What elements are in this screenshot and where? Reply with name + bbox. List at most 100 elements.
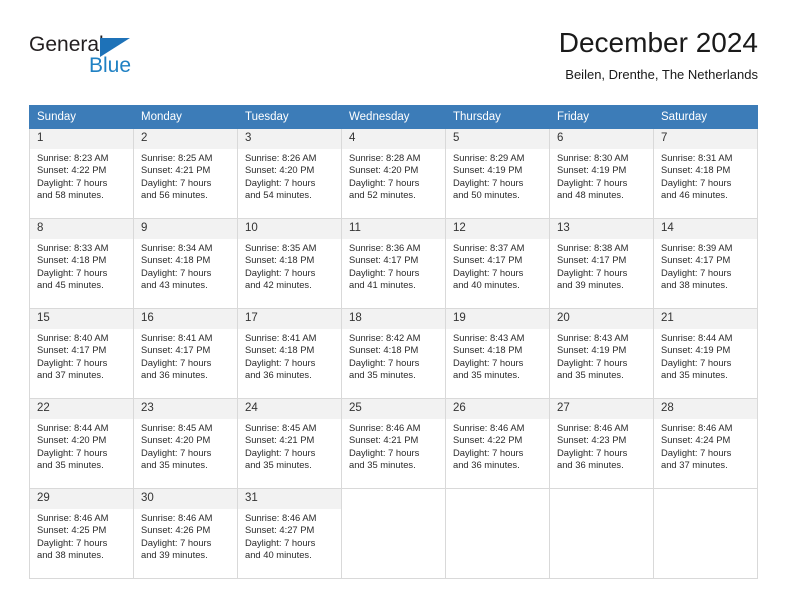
daylight-text: and 35 minutes. xyxy=(557,369,624,381)
day-details: Sunrise: 8:28 AM Sunset: 4:20 PM Daylight:… xyxy=(342,149,445,202)
calendar-day-cell[interactable]: 16 Sunrise: 8:41 AM Sunset: 4:17 PM Dayligh… xyxy=(133,308,238,399)
calendar-day-cell[interactable]: 6 Sunrise: 8:30 AM Sunset: 4:19 PM Daylight… xyxy=(549,128,654,219)
calendar-day-cell[interactable]: 9 Sunrise: 8:34 AM Sunset: 4:18 PM Daylight… xyxy=(133,218,238,309)
daylight-text: and 39 minutes. xyxy=(557,279,624,291)
calendar-day-cell[interactable]: 2 Sunrise: 8:25 AM Sunset: 4:21 PM Daylight… xyxy=(133,128,238,219)
sunset-text: Sunset: 4:24 PM xyxy=(661,434,731,446)
calendar-day-cell[interactable]: 3 Sunrise: 8:26 AM Sunset: 4:20 PM Daylight… xyxy=(237,128,342,219)
calendar-day-cell[interactable]: 7 Sunrise: 8:31 AM Sunset: 4:18 PM Daylight… xyxy=(653,128,758,219)
calendar-day-cell[interactable]: 24 Sunrise: 8:45 AM Sunset: 4:21 PM Dayligh… xyxy=(237,398,342,489)
day-details: Sunrise: 8:46 AM Sunset: 4:23 PM Daylight:… xyxy=(550,419,653,472)
calendar-week-row: 22 Sunrise: 8:44 AM Sunset: 4:20 PM Dayligh… xyxy=(29,398,758,489)
day-number: 1 xyxy=(30,129,133,149)
calendar-day-cell[interactable]: 27 Sunrise: 8:46 AM Sunset: 4:23 PM Dayligh… xyxy=(549,398,654,489)
daylight-text: Daylight: 7 hours xyxy=(37,176,108,188)
calendar-week-row: 29 Sunrise: 8:46 AM Sunset: 4:25 PM Dayligh… xyxy=(29,488,758,579)
daylight-text: Daylight: 7 hours xyxy=(245,356,316,368)
day-number: 5 xyxy=(446,129,549,149)
calendar-day-cell[interactable]: 18 Sunrise: 8:42 AM Sunset: 4:18 PM Dayligh… xyxy=(341,308,446,399)
calendar-day-cell[interactable]: 15 Sunrise: 8:40 AM Sunset: 4:17 PM Dayligh… xyxy=(29,308,134,399)
page-subtitle: Beilen, Drenthe, The Netherlands xyxy=(565,67,758,82)
daylight-text: Daylight: 7 hours xyxy=(37,356,108,368)
sunset-text: Sunset: 4:21 PM xyxy=(141,164,211,176)
page-title: December 2024 xyxy=(558,27,758,58)
day-details: Sunrise: 8:44 AM Sunset: 4:20 PM Daylight:… xyxy=(30,419,133,472)
sunset-text: Sunset: 4:18 PM xyxy=(141,254,211,266)
day-number: 19 xyxy=(446,309,549,329)
weekday-header-friday: Friday xyxy=(549,105,654,129)
calendar-day-cell[interactable]: 22 Sunrise: 8:44 AM Sunset: 4:20 PM Dayligh… xyxy=(29,398,134,489)
day-details: Sunrise: 8:30 AM Sunset: 4:19 PM Daylight:… xyxy=(550,149,653,202)
calendar-day-cell[interactable]: 19 Sunrise: 8:43 AM Sunset: 4:18 PM Dayligh… xyxy=(445,308,550,399)
calendar-day-cell[interactable]: 25 Sunrise: 8:46 AM Sunset: 4:21 PM Dayligh… xyxy=(341,398,446,489)
daylight-text: Daylight: 7 hours xyxy=(349,176,420,188)
sunset-text: Sunset: 4:17 PM xyxy=(661,254,731,266)
calendar-day-cell[interactable]: 17 Sunrise: 8:41 AM Sunset: 4:18 PM Dayligh… xyxy=(237,308,342,399)
sunset-text: Sunset: 4:19 PM xyxy=(453,164,523,176)
day-details: Sunrise: 8:46 AM Sunset: 4:21 PM Daylight:… xyxy=(342,419,445,472)
calendar-day-cell[interactable]: 11 Sunrise: 8:36 AM Sunset: 4:17 PM Dayligh… xyxy=(341,218,446,309)
day-details: Sunrise: 8:41 AM Sunset: 4:18 PM Daylight:… xyxy=(238,329,341,382)
day-details: Sunrise: 8:43 AM Sunset: 4:18 PM Daylight:… xyxy=(446,329,549,382)
weekday-header-wednesday: Wednesday xyxy=(341,105,446,129)
daylight-text: and 38 minutes. xyxy=(37,549,104,561)
sunset-text: Sunset: 4:23 PM xyxy=(557,434,627,446)
day-number: 15 xyxy=(30,309,133,329)
day-details: Sunrise: 8:41 AM Sunset: 4:17 PM Daylight:… xyxy=(134,329,237,382)
calendar-day-cell[interactable]: 30 Sunrise: 8:46 AM Sunset: 4:26 PM Dayligh… xyxy=(133,488,238,579)
calendar-day-cell[interactable]: 20 Sunrise: 8:43 AM Sunset: 4:19 PM Dayligh… xyxy=(549,308,654,399)
daylight-text: and 35 minutes. xyxy=(349,459,416,471)
calendar-day-cell[interactable]: 21 Sunrise: 8:44 AM Sunset: 4:19 PM Dayligh… xyxy=(653,308,758,399)
calendar-day-cell[interactable]: 23 Sunrise: 8:45 AM Sunset: 4:20 PM Dayligh… xyxy=(133,398,238,489)
calendar-week-row: 15 Sunrise: 8:40 AM Sunset: 4:17 PM Dayligh… xyxy=(29,308,758,399)
general-blue-logo[interactable]: General Blue xyxy=(29,34,189,86)
day-number xyxy=(550,489,653,496)
calendar-day-cell[interactable]: 10 Sunrise: 8:35 AM Sunset: 4:18 PM Dayligh… xyxy=(237,218,342,309)
daylight-text: and 43 minutes. xyxy=(141,279,208,291)
day-details: Sunrise: 8:33 AM Sunset: 4:18 PM Daylight:… xyxy=(30,239,133,292)
day-number: 16 xyxy=(134,309,237,329)
calendar-day-cell[interactable]: 1 Sunrise: 8:23 AM Sunset: 4:22 PM Daylight… xyxy=(29,128,134,219)
day-details: Sunrise: 8:40 AM Sunset: 4:17 PM Daylight:… xyxy=(30,329,133,382)
daylight-text: and 54 minutes. xyxy=(245,189,312,201)
sunset-text: Sunset: 4:27 PM xyxy=(245,524,315,536)
calendar-week-row: 1 Sunrise: 8:23 AM Sunset: 4:22 PM Daylight… xyxy=(29,128,758,219)
sunset-text: Sunset: 4:19 PM xyxy=(661,344,731,356)
calendar-day-cell[interactable]: 5 Sunrise: 8:29 AM Sunset: 4:19 PM Daylight… xyxy=(445,128,550,219)
calendar-day-cell[interactable]: 31 Sunrise: 8:46 AM Sunset: 4:27 PM Dayligh… xyxy=(237,488,342,579)
daylight-text: and 50 minutes. xyxy=(453,189,520,201)
daylight-text: Daylight: 7 hours xyxy=(557,266,628,278)
sunrise-text: Sunrise: 8:37 AM xyxy=(453,242,525,253)
daylight-text: Daylight: 7 hours xyxy=(453,356,524,368)
sunrise-text: Sunrise: 8:46 AM xyxy=(557,422,629,433)
sunrise-text: Sunrise: 8:33 AM xyxy=(37,242,109,253)
day-number: 25 xyxy=(342,399,445,419)
daylight-text: Daylight: 7 hours xyxy=(37,536,108,548)
sunrise-text: Sunrise: 8:29 AM xyxy=(453,152,525,163)
calendar-day-cell[interactable]: 12 Sunrise: 8:37 AM Sunset: 4:17 PM Dayligh… xyxy=(445,218,550,309)
daylight-text: Daylight: 7 hours xyxy=(37,266,108,278)
calendar-day-cell[interactable]: 28 Sunrise: 8:46 AM Sunset: 4:24 PM Dayligh… xyxy=(653,398,758,489)
sunset-text: Sunset: 4:20 PM xyxy=(37,434,107,446)
calendar-day-cell[interactable]: 4 Sunrise: 8:28 AM Sunset: 4:20 PM Daylight… xyxy=(341,128,446,219)
calendar-day-cell[interactable]: 8 Sunrise: 8:33 AM Sunset: 4:18 PM Daylight… xyxy=(29,218,134,309)
calendar-day-cell[interactable]: 13 Sunrise: 8:38 AM Sunset: 4:17 PM Dayligh… xyxy=(549,218,654,309)
sunset-text: Sunset: 4:18 PM xyxy=(245,344,315,356)
day-number: 11 xyxy=(342,219,445,239)
day-number: 23 xyxy=(134,399,237,419)
calendar-day-cell[interactable]: 26 Sunrise: 8:46 AM Sunset: 4:22 PM Dayligh… xyxy=(445,398,550,489)
day-details: Sunrise: 8:46 AM Sunset: 4:25 PM Daylight:… xyxy=(30,509,133,562)
day-number: 12 xyxy=(446,219,549,239)
day-details: Sunrise: 8:39 AM Sunset: 4:17 PM Daylight:… xyxy=(654,239,757,292)
daylight-text: Daylight: 7 hours xyxy=(37,446,108,458)
sunrise-text: Sunrise: 8:42 AM xyxy=(349,332,421,343)
calendar-day-cell[interactable]: 14 Sunrise: 8:39 AM Sunset: 4:17 PM Dayligh… xyxy=(653,218,758,309)
sunrise-text: Sunrise: 8:46 AM xyxy=(661,422,733,433)
calendar-day-cell[interactable]: 29 Sunrise: 8:46 AM Sunset: 4:25 PM Dayligh… xyxy=(29,488,134,579)
daylight-text: and 36 minutes. xyxy=(557,459,624,471)
day-details: Sunrise: 8:46 AM Sunset: 4:27 PM Daylight:… xyxy=(238,509,341,562)
sunset-text: Sunset: 4:17 PM xyxy=(557,254,627,266)
daylight-text: and 35 minutes. xyxy=(245,459,312,471)
day-number: 2 xyxy=(134,129,237,149)
daylight-text: and 42 minutes. xyxy=(245,279,312,291)
